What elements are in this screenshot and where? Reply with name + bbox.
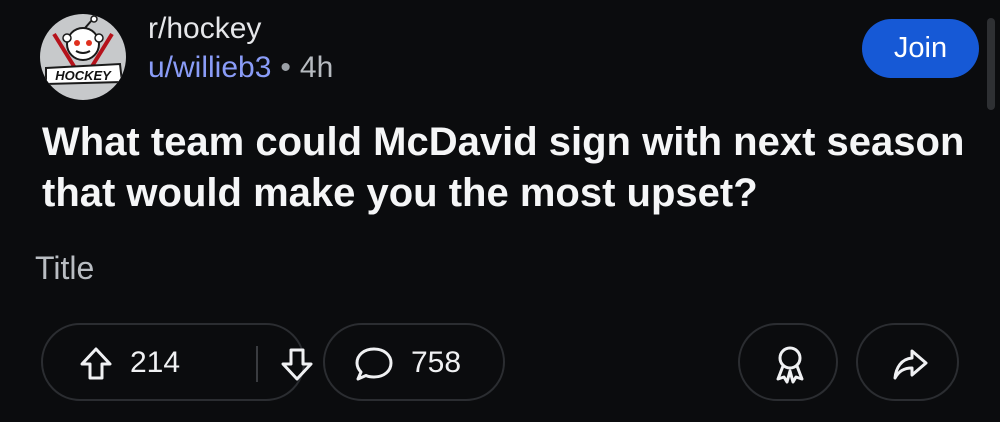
hockey-logo-icon: HOCKEY — [45, 15, 124, 86]
vote-bar: 214 — [41, 323, 313, 401]
upvote-icon — [80, 347, 112, 380]
comment-icon-wrap — [353, 344, 395, 384]
join-button[interactable]: Join — [862, 19, 979, 78]
vote-divider — [256, 346, 258, 382]
author-link[interactable]: u/willieb3 — [148, 51, 271, 84]
downvote-button[interactable] — [277, 344, 317, 384]
vote-score: 214 — [130, 346, 181, 379]
subreddit-avatar[interactable]: HOCKEY — [40, 14, 126, 100]
meta-separator: • — [280, 51, 291, 84]
scrollbar[interactable] — [987, 18, 995, 110]
subreddit-name[interactable]: r/hockey — [148, 12, 261, 46]
post-age: 4h — [299, 51, 334, 84]
post-title[interactable]: What team could McDavid sign with next s… — [42, 117, 972, 219]
comments-button[interactable]: 758 — [323, 323, 505, 401]
downvote-icon — [281, 348, 313, 381]
award-button[interactable] — [738, 323, 838, 401]
comment-count: 758 — [411, 346, 462, 379]
avatar-wordmark: HOCKEY — [55, 68, 112, 83]
post-flair: Title — [35, 250, 95, 286]
share-icon — [893, 349, 928, 380]
post-meta: u/willieb3 • 4h — [148, 51, 333, 85]
comment-icon — [355, 347, 393, 381]
share-button[interactable] — [856, 323, 959, 401]
award-icon — [776, 346, 804, 384]
upvote-button[interactable] — [76, 344, 116, 384]
